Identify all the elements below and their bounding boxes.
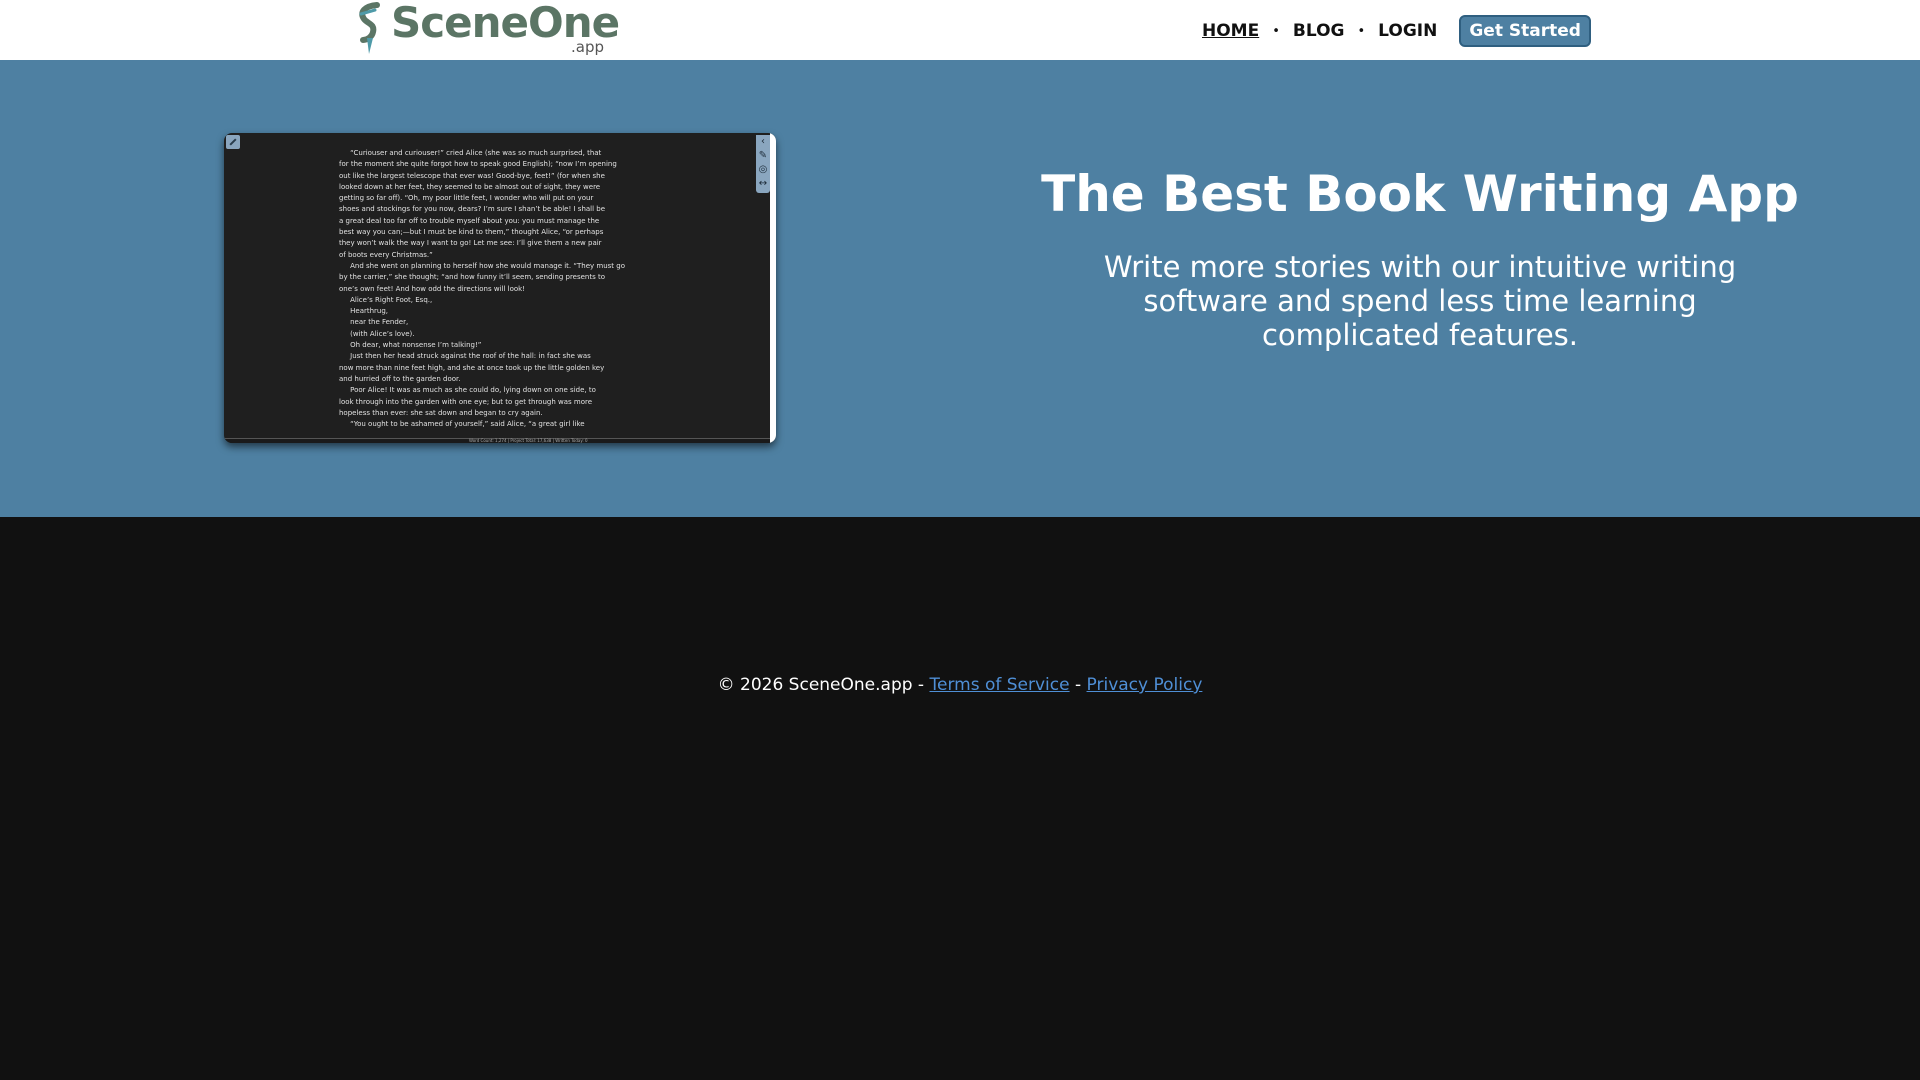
site-footer: © 2026 SceneOne.app - Terms of Service -… [0, 517, 1920, 1080]
hero-subtitle: Write more stories with our intuitive wr… [1103, 250, 1737, 352]
nav-blog-link[interactable]: BLOG [1293, 21, 1345, 41]
nav-home-link[interactable]: HOME [1202, 21, 1259, 41]
width-icon: ↔ [758, 178, 768, 189]
editor-preview-text: “Curiouser and curiouser!” cried Alice (… [339, 149, 625, 429]
word-count-status: Word Count: 1,274 | Project Total: 17,63… [469, 438, 588, 443]
footer-line: © 2026 SceneOne.app - Terms of Service -… [0, 675, 1920, 695]
nav-login-link[interactable]: LOGIN [1378, 21, 1437, 41]
hero-section: “Curiouser and curiouser!” cried Alice (… [0, 60, 1920, 517]
site-logo[interactable]: SceneOne .app [355, 0, 620, 56]
site-header: SceneOne .app HOME • BLOG • LOGIN Get St… [0, 0, 1920, 60]
nav-separator: • [1272, 23, 1280, 39]
get-started-button[interactable]: Get Started [1459, 15, 1591, 47]
footer-copyright: © 2026 SceneOne.app - [717, 675, 930, 695]
expand-icon [226, 135, 240, 149]
brand-suffix: .app [571, 38, 605, 56]
editor-toolbar: ‹ ✎ ◎ ↔ [756, 135, 770, 193]
nav-separator: • [1357, 23, 1366, 39]
editor-preview-image: “Curiouser and curiouser!” cried Alice (… [224, 133, 776, 443]
quill-s-icon [359, 2, 380, 54]
editor-scrollbar [770, 133, 776, 443]
main-nav: HOME • BLOG • LOGIN Get Started [1202, 14, 1591, 48]
target-icon: ◎ [758, 164, 768, 175]
privacy-policy-link[interactable]: Privacy Policy [1087, 675, 1203, 695]
hero-title: The Best Book Writing App [1041, 165, 1799, 223]
pen-icon: ✎ [758, 150, 768, 161]
chevron-icon: ‹ [761, 136, 765, 147]
terms-of-service-link[interactable]: Terms of Service [929, 675, 1069, 695]
footer-separator: - [1069, 675, 1087, 695]
editor-status-bar: Word Count: 1,274 | Project Total: 17,63… [224, 438, 770, 443]
